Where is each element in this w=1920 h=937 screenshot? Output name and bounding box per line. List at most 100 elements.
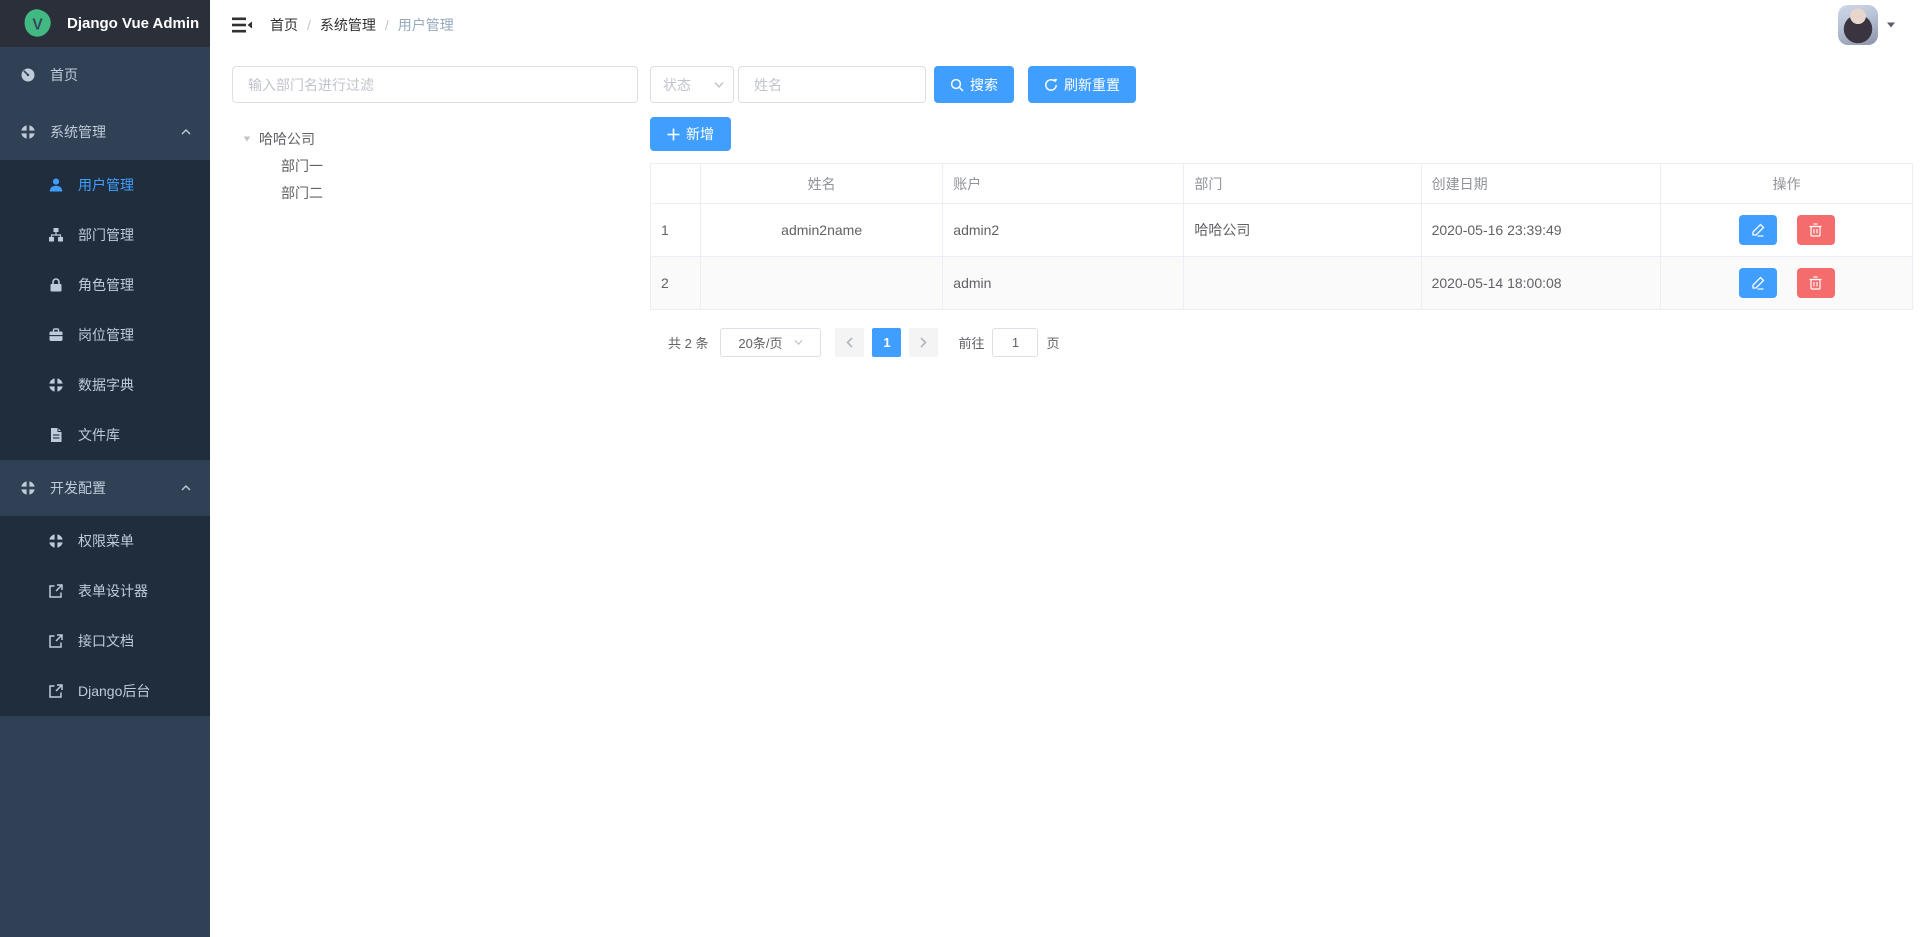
tree-node-child[interactable]: 部门一 — [232, 152, 638, 179]
chevron-down-icon — [713, 81, 725, 89]
sidebar-item-django-admin[interactable]: Django后台 — [0, 666, 210, 716]
navbar: 首页 / 系统管理 / 用户管理 — [210, 0, 1920, 50]
sidebar-item-dict[interactable]: 数据字典 — [0, 360, 210, 410]
cell-index: 2 — [651, 257, 701, 310]
department-tree: 哈哈公司 部门一 部门二 — [232, 125, 638, 206]
lock-icon — [48, 277, 64, 293]
cell-dept — [1184, 257, 1421, 310]
sidebar-item-form-designer[interactable]: 表单设计器 — [0, 566, 210, 616]
search-button[interactable]: 搜索 — [934, 66, 1014, 103]
caret-down-icon[interactable] — [1886, 21, 1896, 29]
sidebar-item-roles[interactable]: 角色管理 — [0, 260, 210, 310]
sidebar-item-api-docs[interactable]: 接口文档 — [0, 616, 210, 666]
table-row: 2 admin 2020-05-14 18:00:08 — [651, 257, 1913, 310]
col-header-index — [651, 164, 701, 204]
edit-button[interactable] — [1739, 268, 1777, 298]
logo-bar[interactable]: V Django Vue Admin — [0, 0, 210, 47]
edit-pencil-icon — [1751, 276, 1765, 290]
breadcrumb-home[interactable]: 首页 — [270, 15, 298, 35]
sidebar-item-posts[interactable]: 岗位管理 — [0, 310, 210, 360]
tree-node-child[interactable]: 部门二 — [232, 179, 638, 206]
users-table: 姓名 账户 部门 创建日期 操作 1 admin2name admin2 哈哈公 — [650, 163, 1913, 310]
component-icon — [20, 124, 36, 140]
briefcase-icon — [48, 327, 64, 343]
vue-logo-icon: V — [22, 8, 53, 39]
breadcrumb-system[interactable]: 系统管理 — [320, 15, 376, 35]
sidebar-item-perm-menu[interactable]: 权限菜单 — [0, 516, 210, 566]
plus-icon — [667, 128, 680, 141]
sidebar: V Django Vue Admin 首页 — [0, 0, 210, 937]
trash-icon — [1809, 223, 1822, 237]
user-avatar[interactable] — [1838, 5, 1878, 45]
sidebar-item-label: 数据字典 — [78, 375, 134, 395]
cell-created: 2020-05-14 18:00:08 — [1421, 257, 1661, 310]
tree-node-label[interactable]: 部门一 — [281, 156, 323, 176]
status-select[interactable]: 状态 — [650, 66, 734, 103]
tree-node-label[interactable]: 部门二 — [281, 183, 323, 203]
sidebar-item-files[interactable]: 文件库 — [0, 410, 210, 460]
sidebar-collapse-icon[interactable] — [232, 15, 252, 35]
refresh-icon — [1044, 78, 1058, 92]
delete-button[interactable] — [1797, 268, 1835, 298]
sidebar-item-departments[interactable]: 部门管理 — [0, 210, 210, 260]
sidebar-item-label: 表单设计器 — [78, 581, 148, 601]
refresh-reset-button[interactable]: 刷新重置 — [1028, 66, 1136, 103]
cell-index: 1 — [651, 204, 701, 257]
edit-pencil-icon — [1751, 223, 1765, 237]
add-user-button-label: 新增 — [686, 124, 714, 144]
user-icon — [48, 177, 64, 193]
sidebar-item-users[interactable]: 用户管理 — [0, 160, 210, 210]
col-header-name: 姓名 — [701, 164, 943, 204]
cell-actions — [1661, 204, 1913, 257]
org-tree-icon — [48, 227, 64, 243]
department-filter-input[interactable] — [232, 66, 638, 103]
breadcrumb: 首页 / 系统管理 / 用户管理 — [270, 15, 454, 35]
sidebar-item-system[interactable]: 系统管理 — [0, 103, 210, 160]
chevron-left-icon — [845, 337, 854, 348]
external-link-icon — [48, 683, 64, 699]
goto-page-input[interactable] — [992, 328, 1038, 357]
breadcrumb-current: 用户管理 — [398, 15, 454, 35]
sidebar-item-label: 部门管理 — [78, 225, 134, 245]
chevron-right-icon — [919, 337, 928, 348]
tree-node-label[interactable]: 哈哈公司 — [259, 129, 315, 149]
next-page-button[interactable] — [909, 328, 938, 357]
goto-label: 前往 — [958, 333, 984, 352]
delete-button[interactable] — [1797, 215, 1835, 245]
table-row: 1 admin2name admin2 哈哈公司 2020-05-16 23:3… — [651, 204, 1913, 257]
refresh-reset-button-label: 刷新重置 — [1064, 75, 1120, 95]
cell-actions — [1661, 257, 1913, 310]
chevron-up-icon — [180, 483, 192, 493]
cell-name: admin2name — [701, 204, 943, 257]
tree-expand-caret-icon[interactable] — [242, 134, 252, 144]
chevron-down-icon — [793, 339, 804, 346]
edit-button[interactable] — [1739, 215, 1777, 245]
external-link-icon — [48, 583, 64, 599]
chevron-up-icon — [180, 127, 192, 137]
sidebar-item-label: 文件库 — [78, 425, 120, 445]
sidebar-item-home[interactable]: 首页 — [0, 47, 210, 103]
search-toolbar: 状态 搜索 — [650, 66, 1913, 103]
trash-icon — [1809, 276, 1822, 290]
name-search-input[interactable] — [738, 66, 926, 103]
sidebar-item-label: 首页 — [50, 65, 78, 85]
sidebar-menu: 首页 系统管理 — [0, 47, 210, 937]
sidebar-item-label: 权限菜单 — [78, 531, 134, 551]
breadcrumb-separator: / — [385, 17, 389, 33]
sidebar-item-label: 系统管理 — [50, 122, 106, 142]
table-header-row: 姓名 账户 部门 创建日期 操作 — [651, 164, 1913, 204]
search-button-label: 搜索 — [970, 75, 998, 95]
add-user-button[interactable]: 新增 — [650, 117, 731, 151]
tree-node-root[interactable]: 哈哈公司 — [232, 125, 638, 152]
prev-page-button[interactable] — [835, 328, 864, 357]
app-root: V Django Vue Admin 首页 — [0, 0, 1920, 937]
page-size-select[interactable]: 20条/页 — [720, 328, 821, 357]
sidebar-item-devconfig[interactable]: 开发配置 — [0, 460, 210, 516]
sidebar-item-label: 角色管理 — [78, 275, 134, 295]
sidebar-item-label: 用户管理 — [78, 175, 134, 195]
component-icon — [20, 480, 36, 496]
page-number-1[interactable]: 1 — [872, 328, 901, 357]
user-panel: 状态 搜索 — [650, 66, 1913, 937]
col-header-actions: 操作 — [1661, 164, 1913, 204]
pagination: 共 2 条 20条/页 1 — [668, 328, 1913, 357]
